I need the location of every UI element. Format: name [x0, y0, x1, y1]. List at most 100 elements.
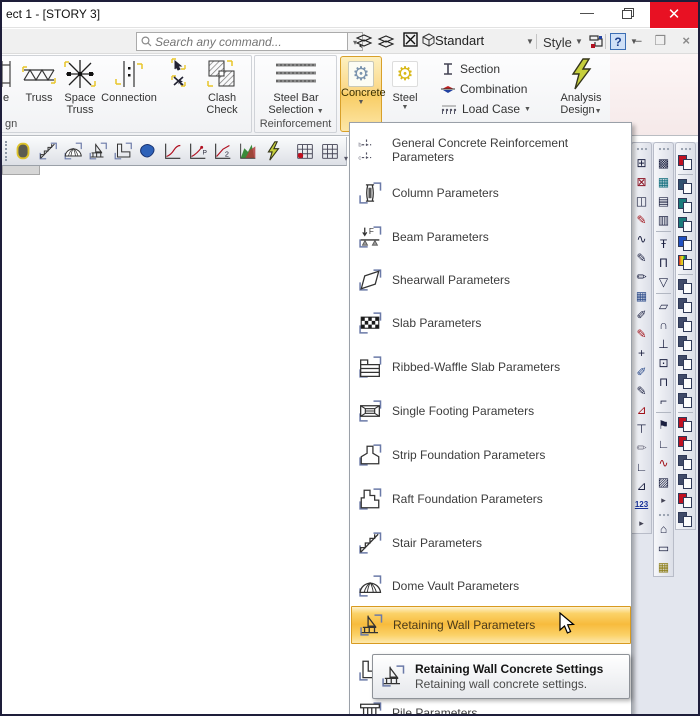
- menu-item-ribbed-slab[interactable]: Ribbed-Waffle Slab Parameters: [351, 347, 630, 387]
- eraser-tool-icon[interactable]: ✏: [632, 438, 651, 457]
- window-selection-icon[interactable]: ◫: [632, 191, 651, 210]
- copy-footing-properties-icon[interactable]: [676, 353, 695, 372]
- paste-properties-icon[interactable]: [676, 153, 695, 172]
- toolbar-gripper[interactable]: [635, 146, 649, 151]
- copy-building-properties-icon[interactable]: [676, 472, 695, 491]
- toolbar-gripper[interactable]: [679, 146, 693, 151]
- trim-tool-icon[interactable]: ⊿: [632, 400, 651, 419]
- frame-select-icon[interactable]: ▦: [632, 286, 651, 305]
- style-set-select[interactable]: Standart: [435, 33, 535, 48]
- style-menu[interactable]: Style: [543, 35, 572, 50]
- l-wall-icon[interactable]: [112, 139, 134, 163]
- raft-foundation-tool-icon[interactable]: ⌐: [654, 391, 673, 410]
- concrete-button[interactable]: ⚙ Concrete ▼: [340, 56, 382, 132]
- partial-button[interactable]: e: [0, 56, 18, 104]
- copy-region-properties-icon[interactable]: [676, 391, 695, 410]
- stair-icon[interactable]: [37, 139, 59, 163]
- minimize-button[interactable]: —: [572, 2, 602, 28]
- steel-bar-selection-button[interactable]: Steel BarSelection ▼: [258, 56, 334, 118]
- select-add-button[interactable]: [165, 56, 191, 90]
- menu-item-beam[interactable]: FBeam Parameters: [351, 217, 630, 257]
- menu-item-stair[interactable]: Stair Parameters: [351, 523, 630, 563]
- move-node-icon[interactable]: +: [632, 343, 651, 362]
- pick-tool-icon[interactable]: ✐: [632, 305, 651, 324]
- copy-properties-icon[interactable]: [676, 196, 695, 215]
- l-wall-tool-icon[interactable]: ∟: [654, 434, 673, 453]
- menu-item-column[interactable]: Column Parameters: [351, 173, 630, 213]
- bolt-icon[interactable]: [262, 139, 284, 163]
- dome-vault-icon[interactable]: [62, 139, 84, 163]
- doc-minimize-button[interactable]: –: [635, 33, 642, 48]
- hammer-tool-icon[interactable]: ⊤: [632, 419, 651, 438]
- copy-dome-properties-icon[interactable]: [676, 434, 695, 453]
- copy-beam-properties-icon[interactable]: [676, 277, 695, 296]
- column-tool-icon[interactable]: Π: [654, 253, 673, 272]
- column-section-icon[interactable]: [12, 139, 34, 163]
- close-button[interactable]: ✕: [650, 2, 698, 28]
- selection-table-icon[interactable]: ⊞: [632, 153, 651, 172]
- menu-item-dome-vault[interactable]: Dome Vault Parameters: [351, 566, 630, 606]
- delete-selection-icon[interactable]: ⊠: [632, 172, 651, 191]
- slab-tool-icon[interactable]: ▩: [654, 153, 673, 172]
- draw-pen-icon[interactable]: ✎: [632, 248, 651, 267]
- copy-properties-icon[interactable]: [676, 177, 695, 196]
- truss-button[interactable]: Truss: [20, 56, 58, 104]
- close-view-icon[interactable]: [400, 32, 420, 52]
- u-wall-tool-icon[interactable]: ∩: [654, 315, 673, 334]
- chevron-down-icon[interactable]: ▼: [575, 37, 583, 46]
- spline-tool-icon[interactable]: ∿: [654, 453, 673, 472]
- erase-red-icon[interactable]: ✎: [632, 324, 651, 343]
- corner-tool-icon[interactable]: ∟: [632, 457, 651, 476]
- toolbar-gripper[interactable]: [5, 141, 7, 161]
- restore-button[interactable]: [612, 2, 642, 28]
- copy-slab-properties-icon[interactable]: [676, 296, 695, 315]
- help-button[interactable]: ?: [610, 33, 626, 50]
- numbering-icon[interactable]: 123: [632, 495, 651, 514]
- toolbar-overflow-icon[interactable]: ▾: [344, 154, 348, 163]
- doc-restore-button[interactable]: ❒: [654, 33, 666, 49]
- ribbed-slab-tool-icon[interactable]: ▤: [654, 191, 673, 210]
- menu-item-retaining-wall[interactable]: Retaining Wall Parameters: [351, 606, 631, 644]
- footing-tool-icon[interactable]: ▽: [654, 272, 673, 291]
- graph-curve-icon[interactable]: [162, 139, 184, 163]
- solid-region-icon[interactable]: [137, 139, 159, 163]
- command-search[interactable]: [136, 32, 348, 51]
- portal-frame-tool-icon[interactable]: ⊓: [654, 372, 673, 391]
- slope-dimension-icon[interactable]: ⊿: [632, 476, 651, 495]
- copy-properties-icon[interactable]: [676, 215, 695, 234]
- clash-check-button[interactable]: ClashCheck: [196, 56, 248, 116]
- copy-shape-properties-icon[interactable]: [676, 453, 695, 472]
- section-button[interactable]: Section: [440, 60, 548, 78]
- pencil-tool-icon[interactable]: ✏: [632, 267, 651, 286]
- apply-properties-icon[interactable]: [676, 491, 695, 510]
- load-case-button[interactable]: Load Case ▼: [440, 100, 548, 118]
- analysis-design-button[interactable]: AnalysisDesign▼: [554, 56, 608, 118]
- toolbar-gripper[interactable]: [657, 512, 671, 517]
- menu-item-raft-foundation[interactable]: Raft Foundation Parameters: [351, 479, 630, 519]
- toolbar-overflow-icon[interactable]: ▸: [654, 491, 673, 510]
- pick-blue-icon[interactable]: ✐: [632, 362, 651, 381]
- toolbar-gripper[interactable]: [657, 146, 671, 151]
- menu-item-shearwall[interactable]: Shearwall Parameters: [351, 260, 630, 300]
- shearwall-tool-icon[interactable]: ▱: [654, 296, 673, 315]
- copy-properties-icon[interactable]: [676, 234, 695, 253]
- retaining-wall-icon[interactable]: [87, 139, 109, 163]
- doc-close-button[interactable]: ×: [682, 33, 690, 48]
- draw-tool-icon[interactable]: ✎: [632, 381, 651, 400]
- menu-item-single-footing[interactable]: Single Footing Parameters: [351, 391, 630, 431]
- chevron-down-icon[interactable]: ▼: [526, 37, 534, 46]
- copy-properties-icon[interactable]: [676, 510, 695, 529]
- copy-wall-properties-icon[interactable]: [676, 334, 695, 353]
- lasso-select-icon[interactable]: ∿: [632, 229, 651, 248]
- graph-2-icon[interactable]: 2: [212, 139, 234, 163]
- paint-select-red-icon[interactable]: ✎: [632, 210, 651, 229]
- panel-tab[interactable]: [2, 166, 40, 175]
- menu-item-general-reinforcement[interactable]: bcGeneral Concrete Reinforcement Paramet…: [351, 130, 630, 170]
- combination-button[interactable]: Combination: [440, 80, 548, 98]
- menu-item-slab[interactable]: Slab Parameters: [351, 303, 630, 343]
- building-tool-icon[interactable]: ⌂: [654, 519, 673, 538]
- table-grid-icon[interactable]: [319, 139, 341, 163]
- area-chart-icon[interactable]: [237, 139, 259, 163]
- layer-up-icon[interactable]: [354, 32, 374, 52]
- strip-foundation-tool-icon[interactable]: ⊥: [654, 334, 673, 353]
